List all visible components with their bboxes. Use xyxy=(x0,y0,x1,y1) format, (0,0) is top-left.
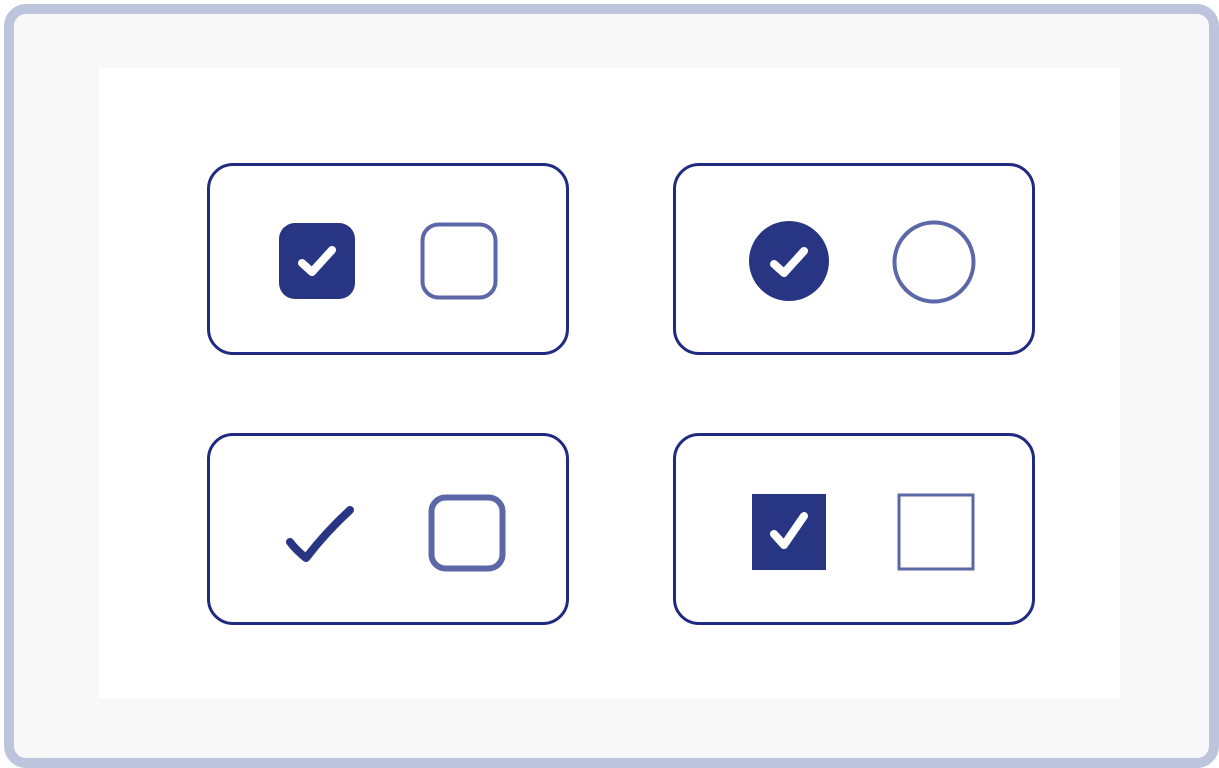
plain-check-pair xyxy=(207,433,569,625)
checked-rounded-box-icon xyxy=(279,223,355,299)
rounded-checkbox-checked[interactable] xyxy=(278,222,356,300)
square-checkbox-checked[interactable] xyxy=(752,494,826,570)
plain-check-unchecked[interactable] xyxy=(428,494,506,572)
radio-unchecked[interactable] xyxy=(892,220,976,304)
plain-check-checked[interactable] xyxy=(284,500,358,566)
checked-square-icon xyxy=(752,494,826,570)
illustration-canvas xyxy=(99,68,1120,698)
rounded-checkbox-pair xyxy=(207,163,569,355)
radio-checked[interactable] xyxy=(748,220,830,302)
square-checkbox-pair xyxy=(673,433,1035,625)
empty-circle-icon xyxy=(892,220,976,304)
empty-square-icon xyxy=(897,493,975,571)
checked-circle-icon xyxy=(749,221,829,301)
check-icon xyxy=(286,506,354,562)
radio-pair xyxy=(673,163,1035,355)
empty-rounded-square-icon xyxy=(428,494,506,572)
empty-rounded-square-icon xyxy=(420,222,498,300)
rounded-checkbox-unchecked[interactable] xyxy=(420,222,498,300)
square-checkbox-unchecked[interactable] xyxy=(897,493,975,571)
outer-frame xyxy=(4,4,1219,768)
